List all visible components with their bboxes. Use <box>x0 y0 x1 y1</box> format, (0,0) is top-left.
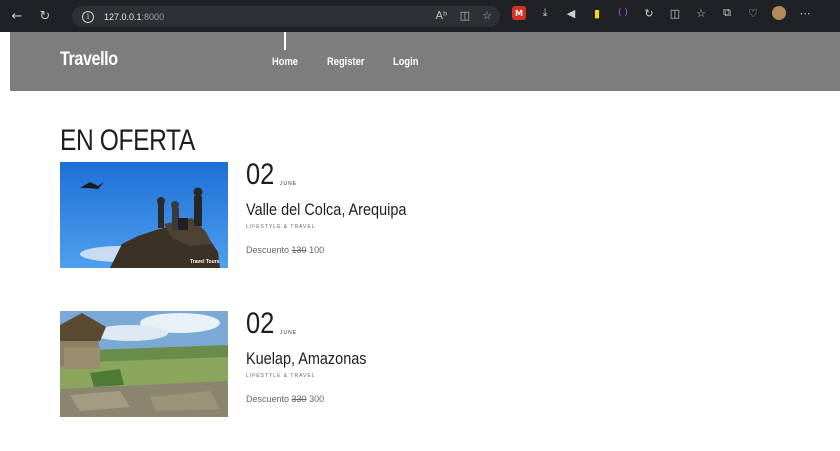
extension-icon[interactable]: ▮ <box>590 6 604 20</box>
offer-image[interactable] <box>60 311 228 417</box>
favorite-icon[interactable]: ☆ <box>482 9 492 22</box>
price-label: Descuento <box>246 245 290 255</box>
new-price: 100 <box>309 245 325 255</box>
old-price: 330 <box>291 394 307 404</box>
read-aloud-icon[interactable]: Aᵇ <box>435 9 447 22</box>
offer-title[interactable]: Kuelap, Amazonas <box>246 349 367 369</box>
offer-tag: LIFESTYLE & TRAVEL <box>246 224 316 230</box>
offer-month: JUNE <box>280 181 298 187</box>
nav-active-indicator <box>284 32 286 50</box>
address-bar[interactable]: i 127.0.0.1:8000 Aᵇ ◫ ☆ <box>72 6 500 27</box>
favorites-icon[interactable]: ☆ <box>694 6 708 20</box>
section-title: EN OFERTA <box>60 124 195 157</box>
site-header: Travello Home Register Login <box>10 32 840 91</box>
profile-icon[interactable] <box>772 6 786 20</box>
nav-register[interactable]: Register <box>327 56 364 68</box>
collections-icon[interactable]: ⧉ <box>720 6 734 20</box>
sound-icon[interactable]: ◀ <box>564 6 578 20</box>
back-icon[interactable]: ← <box>6 5 28 27</box>
split-screen-icon[interactable]: ◫ <box>668 6 682 20</box>
nav-login[interactable]: Login <box>393 56 418 68</box>
info-icon[interactable]: i <box>82 10 94 23</box>
main-nav: Home Register Login <box>272 56 423 68</box>
image-watermark: Travel Tours <box>190 259 220 265</box>
offer-day: 02 <box>246 307 275 340</box>
immersive-reader-icon[interactable]: ◫ <box>460 9 470 22</box>
extension-icon[interactable]: ( ) <box>616 6 630 20</box>
offer-tag: LIFESTYLE & TRAVEL <box>246 373 316 379</box>
nav-home[interactable]: Home <box>272 56 298 68</box>
offer-price: Descuento 130 100 <box>246 245 324 255</box>
offer-price: Descuento 330 300 <box>246 394 324 404</box>
extension-icon[interactable]: ↻ <box>642 6 656 20</box>
offer-day: 02 <box>246 158 275 191</box>
url-port: :8000 <box>141 11 165 22</box>
extension-icon[interactable]: M <box>512 6 526 20</box>
offer-card: 02 JUNE Kuelap, Amazonas LIFESTYLE & TRA… <box>60 307 760 421</box>
price-label: Descuento <box>246 394 290 404</box>
offer-card: Travel Tours 02 JUNE Valle del Colca, Ar… <box>60 158 760 272</box>
url-host: 127.0.0.1 <box>104 11 142 22</box>
more-icon[interactable]: ⋯ <box>798 6 812 20</box>
download-icon[interactable]: ⤓ <box>538 6 552 20</box>
new-price: 300 <box>309 394 325 404</box>
browser-toolbar: ← ↻ i 127.0.0.1:8000 Aᵇ ◫ ☆ M ⤓ ◀ ▮ ( ) … <box>0 0 840 32</box>
offer-image[interactable]: Travel Tours <box>60 162 228 268</box>
heart-icon[interactable]: ♡ <box>746 6 760 20</box>
refresh-icon[interactable]: ↻ <box>34 5 56 27</box>
old-price: 130 <box>291 245 307 255</box>
offer-title[interactable]: Valle del Colca, Arequipa <box>246 200 406 220</box>
brand-logo[interactable]: Travello <box>60 49 118 71</box>
offer-month: JUNE <box>280 330 298 336</box>
